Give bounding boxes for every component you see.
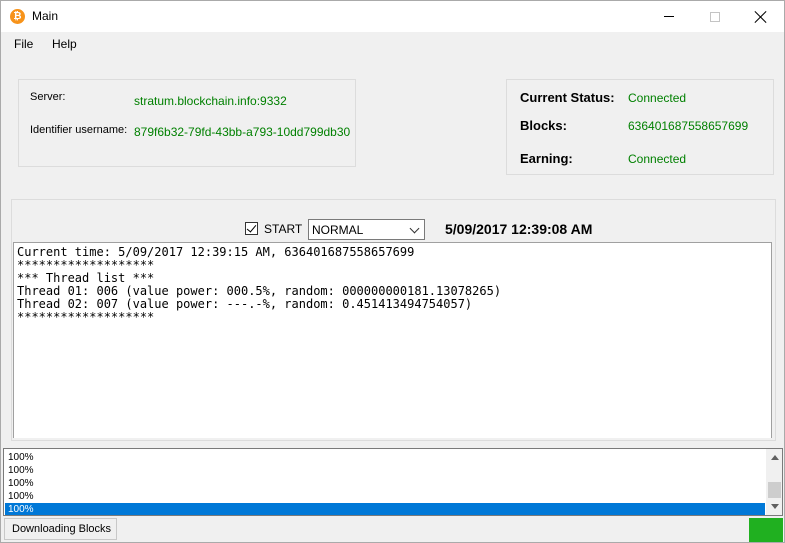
- maximize-icon: [710, 11, 720, 22]
- current-status-value: Connected: [628, 91, 687, 105]
- list-item[interactable]: 100%: [5, 464, 765, 477]
- arrow-down-icon: [770, 504, 779, 509]
- status-indicator: [749, 518, 783, 542]
- list-item[interactable]: 100%: [5, 490, 765, 503]
- identifier-value: 879f6b32-79fd-43bb-a793-10dd799db30: [134, 125, 351, 139]
- earning-value: Connected: [628, 152, 687, 166]
- current-status-label: Current Status:: [520, 90, 615, 105]
- menu-help[interactable]: Help: [52, 37, 77, 51]
- bitcoin-icon: ₿: [10, 9, 25, 24]
- scroll-thumb[interactable]: [768, 482, 781, 498]
- mode-select-value: NORMAL: [312, 223, 364, 237]
- close-icon: [755, 11, 767, 23]
- console-output[interactable]: Current time: 5/09/2017 12:39:15 AM, 636…: [13, 242, 772, 438]
- progress-listbox[interactable]: 100% 100% 100% 100% 100%: [3, 448, 783, 516]
- status-text: Downloading Blocks: [4, 518, 117, 540]
- window-title: Main: [32, 9, 59, 23]
- server-label: Server:: [30, 91, 66, 103]
- server-group: [18, 79, 356, 167]
- menu-file[interactable]: File: [14, 37, 33, 51]
- list-item-selected[interactable]: 100%: [5, 503, 765, 515]
- title-bar[interactable]: ₿ Main: [1, 1, 784, 32]
- start-checkbox[interactable]: [245, 222, 258, 235]
- arrow-up-icon: [770, 455, 779, 460]
- scroll-down-button[interactable]: [766, 498, 782, 515]
- start-label[interactable]: START: [264, 222, 302, 236]
- mode-select[interactable]: NORMAL: [308, 219, 425, 240]
- scroll-up-button[interactable]: [766, 449, 782, 466]
- close-button[interactable]: [738, 1, 784, 32]
- list-scrollbar[interactable]: [766, 449, 782, 515]
- list-item[interactable]: 100%: [5, 477, 765, 490]
- menu-bar: File Help: [1, 32, 784, 56]
- server-value: stratum.blockchain.info:9332: [134, 94, 287, 108]
- minimize-button[interactable]: [646, 1, 692, 32]
- identifier-label: Identifier username:: [30, 124, 128, 136]
- status-bar: Downloading Blocks: [1, 516, 784, 542]
- minimize-icon: [664, 16, 674, 17]
- chevron-down-icon: [409, 223, 420, 234]
- blocks-value: 636401687558657699: [628, 119, 749, 133]
- current-datetime: 5/09/2017 12:39:08 AM: [445, 221, 593, 237]
- maximize-button[interactable]: [692, 1, 738, 32]
- blocks-label: Blocks:: [520, 118, 567, 133]
- main-window: ₿ Main File Help Server: stratum.blockch…: [0, 0, 785, 543]
- earning-label: Earning:: [520, 151, 573, 166]
- console-line: *******************: [17, 310, 155, 324]
- list-item[interactable]: 100%: [5, 451, 765, 464]
